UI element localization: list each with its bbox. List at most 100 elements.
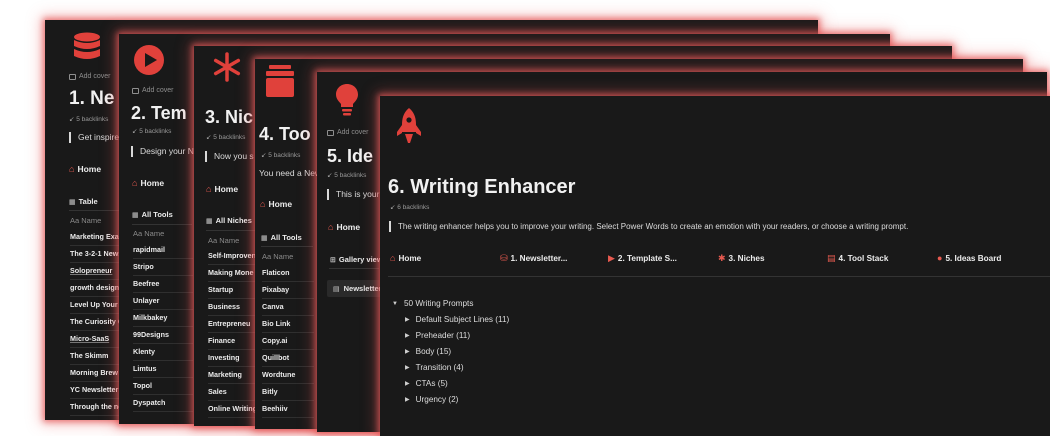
table-row[interactable]: Klenty [133, 344, 193, 361]
home-icon: ⌂ [206, 184, 212, 194]
backlinks-link[interactable]: ↙ 5 backlinks [69, 115, 108, 123]
home-icon: ⌂ [390, 253, 396, 263]
nav-ideas-board[interactable]: ● 5. Ideas Board [937, 253, 1001, 263]
column-header-name: Aa Name [208, 236, 240, 245]
table-row[interactable]: 99Designs [133, 327, 193, 344]
toggle-prompt-item[interactable]: ▶ CTAs (5) [405, 379, 448, 388]
table-row[interactable]: Beefree [133, 276, 193, 293]
chevron-right-icon: ▶ [405, 317, 410, 323]
home-link[interactable]: ⌂ Home [69, 164, 101, 174]
table-row[interactable]: Stripo [133, 259, 193, 276]
image-icon [69, 73, 76, 80]
table-icon: ▦ [132, 211, 139, 219]
table-row[interactable]: Wordtune [262, 367, 314, 384]
rocket-icon [397, 108, 421, 143]
add-cover-button[interactable]: Add cover [327, 129, 369, 136]
table-rows: rapidmail Stripo Beefree Unlayer Milkbak… [133, 242, 193, 412]
table-icon: ▦ [206, 217, 213, 225]
home-link[interactable]: ⌂ Home [260, 199, 292, 209]
column-header-name: Aa Name [70, 216, 102, 225]
backlinks-link[interactable]: ↙ 5 backlinks [132, 127, 171, 135]
toggle-prompt-item[interactable]: ▶ Preheader (11) [405, 331, 470, 340]
database-icon [74, 32, 100, 59]
table-row[interactable]: Flaticon [262, 265, 314, 282]
nav-template-studio[interactable]: ▶ 2. Template S... [608, 253, 677, 264]
play-circle-icon: ▶ [608, 253, 615, 263]
lightbulb-icon: ● [937, 253, 943, 263]
page-quote: You need a New [259, 168, 322, 178]
backlinks-link[interactable]: ↙ 6 backlinks [390, 203, 429, 211]
nav-tool-stack[interactable]: ▤ 4. Tool Stack [827, 253, 888, 264]
table-row[interactable]: Dyspatch [133, 395, 193, 412]
window-writing-enhancer: 6. Writing Enhancer ↙ 6 backlinks The wr… [380, 96, 1050, 436]
page-title: 4. Too [259, 124, 311, 144]
table-row[interactable]: Topol [133, 378, 193, 395]
table-row[interactable]: Beehiiv [262, 401, 314, 418]
nav-niches[interactable]: ✱ 3. Niches [718, 253, 765, 264]
view-tab-gallery[interactable]: ⊞ Gallery view [330, 255, 383, 264]
table-row[interactable]: Canva [262, 299, 314, 316]
chevron-right-icon: ▶ [405, 397, 410, 403]
image-icon [327, 129, 334, 136]
home-icon: ⌂ [132, 178, 138, 188]
view-tab-table[interactable]: ▦ Table [69, 197, 98, 206]
table-row[interactable]: rapidmail [133, 242, 193, 259]
toggle-prompt-item[interactable]: ▶ Transition (4) [405, 363, 464, 372]
page-title: 5. Ide [327, 146, 374, 166]
table-row[interactable]: Pixabay [262, 282, 314, 299]
chevron-down-icon: ▼ [392, 300, 398, 307]
chevron-right-icon: ▶ [405, 381, 410, 387]
home-icon: ⌂ [260, 199, 266, 209]
nav-home[interactable]: ⌂ Home [390, 253, 421, 263]
backlinks-link[interactable]: ↙ 5 backlinks [206, 133, 245, 141]
table-row[interactable]: Quillbot [262, 350, 314, 367]
view-tab-all-tools[interactable]: ▦ All Tools [132, 210, 173, 219]
archive-icon [266, 65, 294, 97]
nav-newsletter[interactable]: ⛁ 1. Newsletter... [500, 253, 567, 264]
page-quote: This is your [327, 189, 379, 200]
home-link[interactable]: ⌂ Home [206, 184, 238, 194]
toggle-prompt-item[interactable]: ▶ Body (15) [405, 347, 451, 356]
home-link[interactable]: ⌂ Home [328, 222, 360, 232]
page-title: 6. Writing Enhancer [388, 176, 576, 198]
page-quote: Design your N [131, 146, 194, 157]
database-icon: ⛁ [500, 253, 508, 263]
page-quote: Get inspired [69, 132, 124, 143]
chevron-right-icon: ▶ [405, 349, 410, 355]
toggle-writing-prompts[interactable]: ▼ 50 Writing Prompts [392, 299, 473, 308]
column-header-name: Aa Name [133, 229, 165, 238]
page-title: 1. Ne [69, 88, 115, 109]
table-row[interactable]: Bitly [262, 384, 314, 401]
toggle-prompt-item[interactable]: ▶ Urgency (2) [405, 395, 458, 404]
toggle-prompt-item[interactable]: ▶ Default Subject Lines (11) [405, 315, 509, 324]
view-tab-all-niches[interactable]: ▦ All Niches [206, 216, 252, 225]
gallery-icon: ⊞ [330, 256, 336, 264]
column-header-name: Aa Name [262, 252, 294, 261]
table-row[interactable]: Milkbakey [133, 310, 193, 327]
play-circle-icon [134, 45, 164, 75]
add-cover-button[interactable]: Add cover [69, 73, 111, 80]
page-icon: ▤ [333, 285, 340, 293]
gallery-card-newsletter[interactable]: ▤ Newsletter [327, 280, 388, 297]
table-rows: Flaticon Pixabay Canva Bio Link Copy.ai … [262, 265, 314, 418]
add-cover-button[interactable]: Add cover [132, 87, 174, 94]
chevron-right-icon: ▶ [405, 333, 410, 339]
table-icon: ▦ [261, 234, 268, 242]
view-tab-all-tools[interactable]: ▦ All Tools [261, 233, 302, 242]
table-row[interactable]: Unlayer [133, 293, 193, 310]
home-link[interactable]: ⌂ Home [132, 178, 164, 188]
table-icon: ▦ [69, 198, 76, 206]
chevron-right-icon: ▶ [405, 365, 410, 371]
table-row[interactable]: Bio Link [262, 316, 314, 333]
page-title: 2. Tem [131, 103, 187, 123]
backlinks-link[interactable]: ↙ 5 backlinks [327, 171, 366, 179]
page-quote: The writing enhancer helps you to improv… [389, 221, 908, 232]
table-row[interactable]: Copy.ai [262, 333, 314, 350]
home-icon: ⌂ [69, 164, 75, 174]
backlinks-link[interactable]: ↙ 5 backlinks [261, 151, 300, 159]
page-title: 3. Nic [205, 107, 254, 127]
asterisk-icon [213, 52, 241, 82]
table-row[interactable]: Limtus [133, 361, 193, 378]
image-icon [132, 87, 139, 94]
lightbulb-icon [336, 84, 358, 116]
